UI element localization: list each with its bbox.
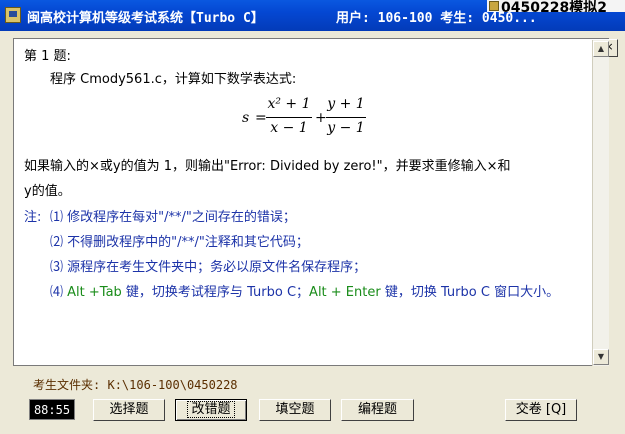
fraction-2: y + 1 y − 1	[326, 96, 366, 142]
overlay-title: 0450228模拟2	[501, 0, 607, 12]
note-4-turboc-1: Turbo C	[247, 285, 297, 300]
fill-blanks-button[interactable]: 填空题	[259, 399, 331, 421]
vertical-scrollbar[interactable]: ▲ ▼	[592, 40, 609, 366]
condition-line-2: y的值。	[24, 184, 71, 199]
countdown-timer: 88:55	[29, 399, 75, 420]
note-2: ⑵ 不得删改程序中的"/**/"注释和其它代码；	[50, 235, 309, 250]
scroll-down-arrow-icon[interactable]: ▼	[593, 349, 609, 365]
fraction-1-numerator: x² + 1	[267, 96, 311, 112]
question-number: 第 1 题:	[24, 49, 71, 64]
formula-plus: +	[315, 110, 327, 126]
formula-equals: =	[255, 110, 267, 126]
fraction-1-denominator: x − 1	[270, 120, 308, 136]
fraction-1: x² + 1 x − 1	[266, 96, 312, 142]
submit-button[interactable]: 交卷 [Q]	[505, 399, 577, 421]
note-3: ⑶ 源程序在考生文件夹中；务必以原文件名保存程序；	[50, 260, 367, 275]
scroll-up-arrow-icon[interactable]: ▲	[593, 41, 609, 57]
note-4-text-3: 窗口大小。	[489, 285, 560, 300]
formula-lhs: s	[242, 110, 250, 126]
notes-label: 注:	[24, 210, 42, 225]
note-4-separator: ；	[296, 285, 310, 300]
folder-path: K:\106-100\0450228	[107, 378, 238, 392]
note-4-number: ⑷	[50, 285, 64, 300]
fix-errors-button[interactable]: 改错题	[175, 399, 247, 421]
note-4-text-1: 键，切换考试程序与	[121, 285, 248, 300]
choice-questions-button[interactable]: 选择题	[93, 399, 165, 421]
condition-line-1: 如果输入的×或y的值为 1，则输出"Error: Divided by zero…	[24, 159, 511, 174]
note-1: ⑴ 修改程序在每对"/**/"之间存在的错误；	[50, 210, 296, 225]
overlay-app-icon	[489, 1, 499, 11]
fraction-1-bar	[266, 117, 312, 118]
question-panel[interactable]	[13, 38, 609, 366]
fraction-2-bar	[326, 117, 366, 118]
title-bar[interactable]: 闽高校计算机等级考试系统【Turbo C】 用户: 106-100 考生: 04…	[0, 0, 625, 31]
math-formula: s = x² + 1 x − 1 + y + 1 y − 1	[238, 96, 368, 142]
note-4-key-alttab: Alt +Tab	[67, 285, 122, 300]
window-title: 闽高校计算机等级考试系统【Turbo C】	[27, 11, 264, 26]
note-4-turboc-2: Turbo C	[440, 285, 490, 300]
note-4-key-altenter: Alt + Enter	[309, 285, 381, 300]
question-intro: 程序 Cmody561.c，计算如下数学表达式:	[50, 72, 297, 87]
folder-label: 考生文件夹:	[33, 378, 101, 392]
fix-errors-label: 改错题	[187, 401, 235, 418]
note-4-text-2: 键，切换	[380, 285, 441, 300]
app-icon[interactable]	[5, 7, 21, 23]
fraction-2-denominator: y − 1	[327, 120, 365, 136]
candidate-folder: 考生文件夹: K:\106-100\0450228	[33, 376, 238, 393]
programming-button[interactable]: 编程题	[341, 399, 414, 421]
note-4: ⑷ Alt +Tab 键，切换考试程序与 Turbo C；Alt + Enter…	[50, 281, 559, 300]
overlay-window-tab[interactable]: 0450228模拟2	[487, 0, 625, 12]
fraction-2-numerator: y + 1	[327, 96, 365, 112]
